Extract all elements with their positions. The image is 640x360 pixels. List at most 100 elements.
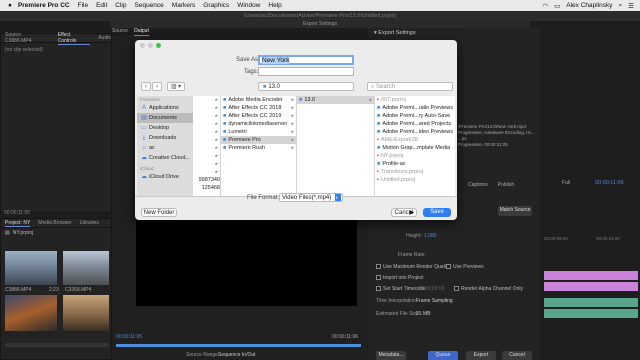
menu-edit[interactable]: Edit: [96, 2, 107, 9]
zoom-icon[interactable]: [156, 43, 161, 48]
checkbox[interactable]: [446, 264, 451, 270]
timeline-clip-audio[interactable]: [544, 298, 638, 307]
sidebar-item-applications[interactable]: A Applications: [137, 103, 193, 113]
tab-effect-controls[interactable]: Effect Controls: [57, 32, 91, 45]
checkbox[interactable]: [376, 286, 381, 292]
minimize-icon[interactable]: [148, 43, 153, 48]
timeline-clip-video[interactable]: [544, 282, 638, 291]
sidebar-item-creative-cloud[interactable]: ☁ Creative Cloud...: [137, 153, 193, 163]
chevron-down-icon[interactable]: ▾: [374, 30, 377, 36]
menu-file[interactable]: File: [78, 2, 88, 9]
list-item[interactable]: ■ Premiere Rush ▸: [221, 144, 296, 152]
close-icon[interactable]: [140, 43, 145, 48]
list-item[interactable]: ▪ Transitions.prproj: [375, 168, 455, 176]
list-item[interactable]: ▸: [193, 120, 220, 128]
apple-icon[interactable]: ●: [8, 2, 12, 9]
save-as-input[interactable]: New York: [258, 55, 354, 65]
tab-project[interactable]: Project: NY: [5, 220, 31, 227]
menu-clip[interactable]: Clip: [115, 2, 126, 9]
view-mode-button[interactable]: ▥ ▾: [167, 82, 185, 91]
list-item[interactable]: ■ Motion Grap...mplate Media: [375, 144, 455, 152]
list-item[interactable]: ▪ AME/Export/28: [375, 136, 455, 144]
timeline-clip-video[interactable]: [544, 271, 638, 280]
sidebar-item-documents[interactable]: ▤ Documents: [137, 113, 193, 123]
option-import-into-project[interactable]: Import into Project: [376, 275, 424, 281]
forward-button[interactable]: ›: [152, 82, 162, 91]
list-item[interactable]: ▸: [193, 104, 220, 112]
project-zoom-slider[interactable]: [5, 343, 109, 347]
list-item[interactable]: ■ Adobe Premi...ared Projects: [375, 120, 455, 128]
match-source-button[interactable]: Match Source: [498, 206, 532, 216]
list-item[interactable]: ■ After Effects CC 2018 ▸: [221, 104, 296, 112]
list-item[interactable]: ■ Premiere Pro ▸: [221, 136, 296, 144]
list-item[interactable]: ■ Adobe Media Encoder ▸: [221, 96, 296, 104]
option-use-previews[interactable]: Use Previews: [446, 264, 484, 270]
wifi-icon[interactable]: ◠: [542, 2, 548, 10]
menu-window[interactable]: Window: [237, 2, 260, 9]
checkbox[interactable]: [454, 286, 459, 292]
sidebar-item-desktop[interactable]: ▭ Desktop: [137, 123, 193, 133]
list-item[interactable]: ■ Adobe Premi...ry Auto-Save: [375, 112, 455, 120]
tab-source[interactable]: Source: [112, 28, 128, 36]
list-item[interactable]: 125468: [193, 184, 220, 192]
sidebar-item-icloud-drive[interactable]: ☁ iCloud Drive: [137, 172, 193, 182]
clip-thumbnail-1[interactable]: [5, 251, 57, 285]
list-item[interactable]: ▸: [193, 152, 220, 160]
option-render-alpha[interactable]: Render Alpha Channel Only: [454, 286, 523, 292]
list-item[interactable]: ▪ 007.prproj: [375, 96, 455, 104]
tab-audio[interactable]: Audio: [98, 35, 111, 41]
tab-output[interactable]: Output: [133, 28, 149, 36]
queue-button[interactable]: Queue: [428, 351, 458, 360]
tab-media-browser[interactable]: Media Browser: [38, 220, 71, 226]
list-item[interactable]: ■ Profile-ac: [375, 160, 455, 168]
list-item[interactable]: ▸: [193, 136, 220, 144]
list-item[interactable]: ▪ Untitled.prproj: [375, 176, 455, 184]
menu-help[interactable]: Help: [268, 2, 281, 9]
clip-thumbnail-2[interactable]: [63, 251, 109, 285]
menu-list-icon[interactable]: ☰: [628, 2, 634, 10]
sidebar-item-downloads[interactable]: ⤓ Downloads: [137, 133, 193, 143]
menu-user[interactable]: Alex Chaplinsky: [566, 2, 612, 9]
tab-publish[interactable]: Publish: [498, 182, 514, 188]
list-item[interactable]: ■ Adobe Premi...ideo Previews: [375, 128, 455, 136]
location-dropdown[interactable]: ■ 13.0: [258, 82, 354, 91]
source-range-dropdown[interactable]: Sequence In/Out: [218, 352, 256, 358]
tab-libraries[interactable]: Libraries: [80, 220, 99, 226]
list-item[interactable]: ▸: [193, 96, 220, 104]
option-max-render-quality[interactable]: Use Maximum Render Quality: [376, 264, 450, 270]
menu-sequence[interactable]: Sequence: [135, 2, 164, 9]
menu-graphics[interactable]: Graphics: [203, 2, 229, 9]
height-value[interactable]: 1,080: [424, 233, 437, 239]
list-item[interactable]: ■ 13.0 ▸: [297, 96, 374, 104]
checkbox[interactable]: [376, 275, 381, 281]
battery-icon[interactable]: ▭: [554, 2, 560, 10]
tags-input[interactable]: [258, 67, 354, 76]
tab-source-clip[interactable]: Source: C3886.MP4: [5, 32, 50, 44]
tab-captions[interactable]: Captions: [468, 182, 488, 188]
list-item[interactable]: 9987340: [193, 176, 220, 184]
clip-thumbnail-4[interactable]: [63, 295, 109, 331]
export-button[interactable]: Export: [466, 351, 496, 360]
list-item[interactable]: ▪ NY.prproj: [375, 152, 455, 160]
list-item[interactable]: ▸: [193, 128, 220, 136]
list-item[interactable]: ■ Lumetri ▸: [221, 128, 296, 136]
list-item[interactable]: ■ Adobe Premi...udio Previews: [375, 104, 455, 112]
list-item[interactable]: ■ After Effects CC 2019 ▸: [221, 112, 296, 120]
metadata-button[interactable]: Metadata...: [376, 351, 406, 360]
menu-markers[interactable]: Markers: [172, 2, 195, 9]
search-icon[interactable]: ⌕: [619, 2, 623, 10]
list-item[interactable]: ■ dynamiclinkmediaserver ▸: [221, 120, 296, 128]
checkbox[interactable]: [376, 264, 381, 270]
list-item[interactable]: ▸: [193, 160, 220, 168]
clip-thumbnail-3[interactable]: [5, 295, 57, 331]
time-interpolation-dropdown[interactable]: Frame Sampling: [416, 298, 453, 304]
cancel-export-button[interactable]: Cancel: [502, 351, 532, 360]
file-format-dropdown[interactable]: Video Files(*.mp4) ⇕: [279, 193, 343, 202]
start-timecode-value[interactable]: 00:00:00:00: [418, 286, 444, 292]
preview-scrubber[interactable]: [116, 344, 361, 347]
list-item[interactable]: ▸: [193, 144, 220, 152]
new-folder-button[interactable]: New Folder: [141, 208, 177, 217]
timeline-fit[interactable]: Full: [562, 180, 570, 186]
back-button[interactable]: ‹: [141, 82, 151, 91]
list-item[interactable]: ▸: [193, 168, 220, 176]
